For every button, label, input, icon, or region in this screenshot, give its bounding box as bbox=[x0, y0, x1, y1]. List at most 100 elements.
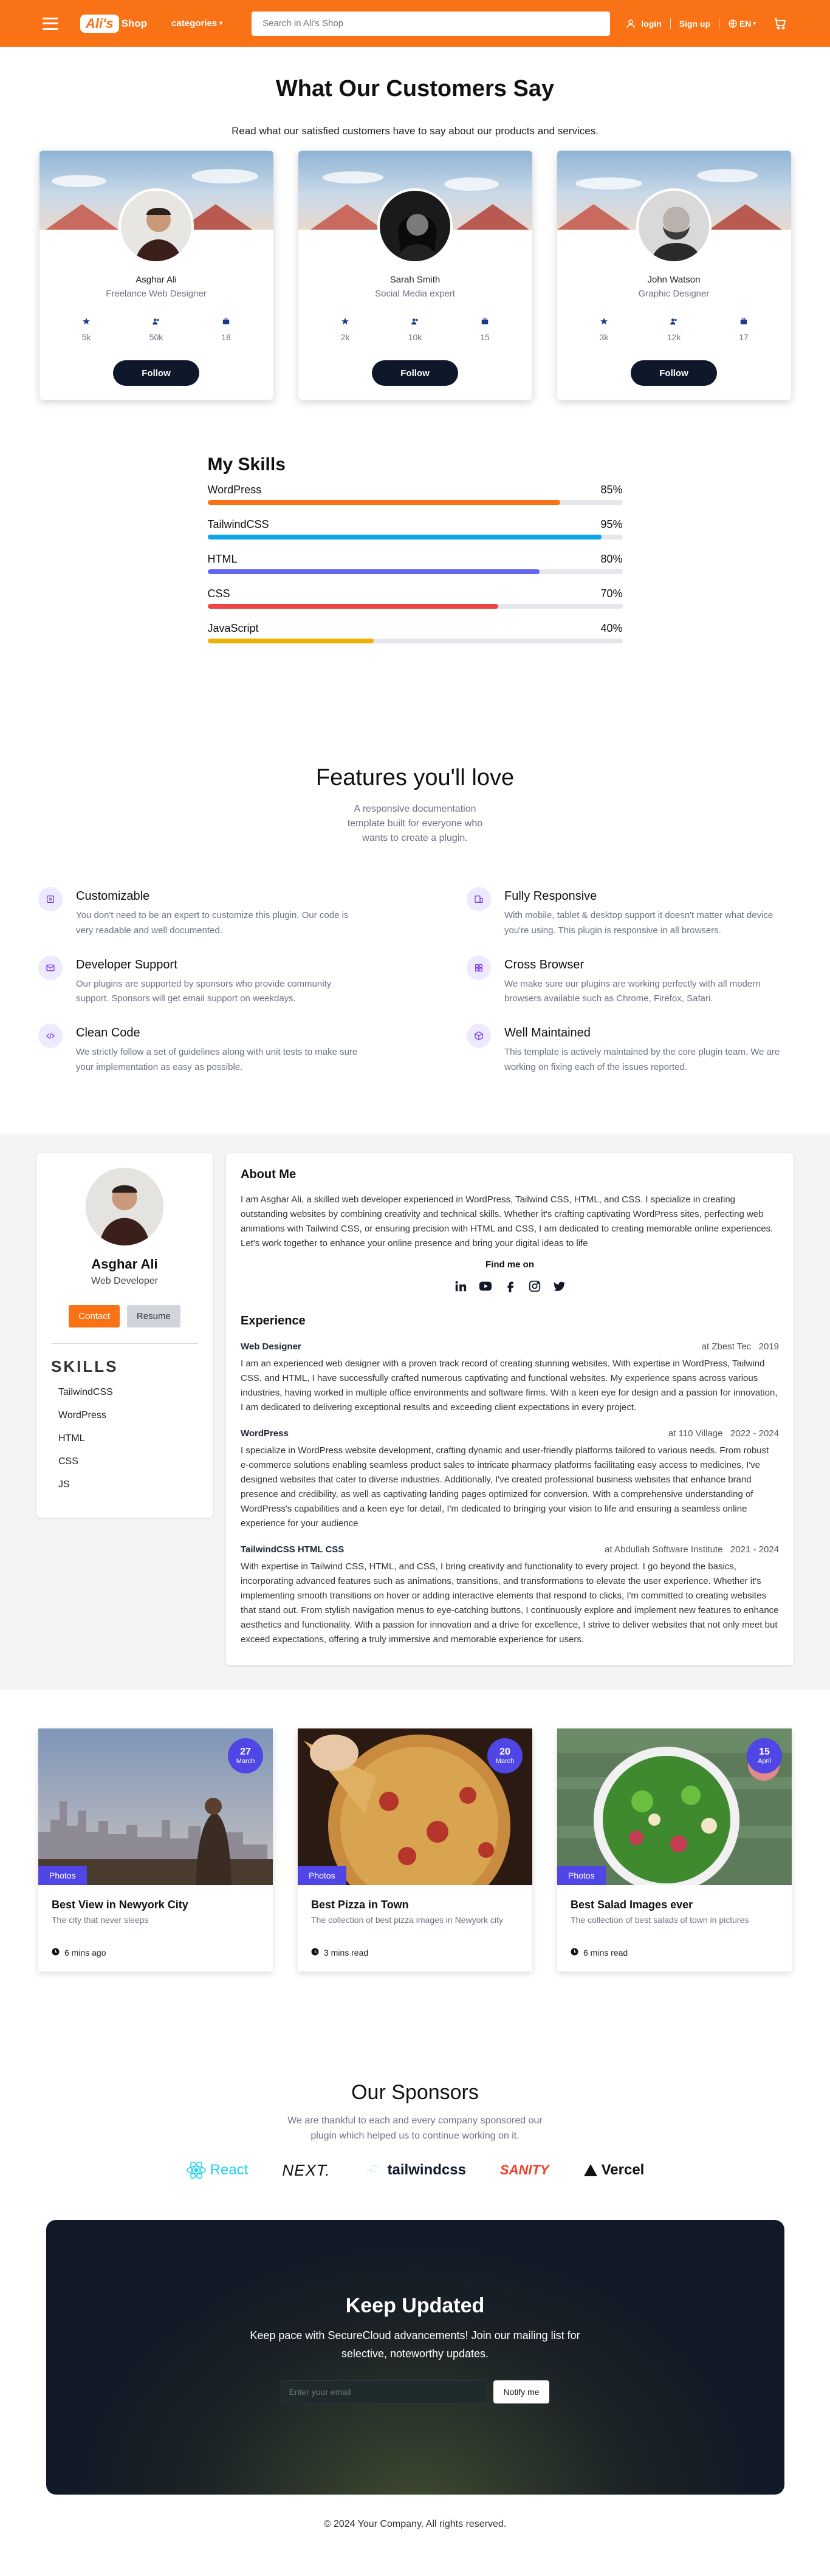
categories-dropdown[interactable]: categories ▾ bbox=[171, 18, 222, 29]
category-tag[interactable]: Photos bbox=[557, 1865, 606, 1885]
experience-item: WordPress at 110 Village 2022 - 2024 I sp… bbox=[241, 1428, 779, 1531]
job-title: Web Designer bbox=[241, 1341, 301, 1352]
youtube-icon[interactable] bbox=[478, 1279, 493, 1295]
stat-value: 17 bbox=[739, 332, 749, 342]
skills-section: My Skills WordPress 85% TailwindCSS 95% HTML… bbox=[207, 454, 623, 643]
contact-button[interactable]: Contact bbox=[69, 1304, 120, 1327]
next-logo[interactable]: NEXT. bbox=[282, 2161, 330, 2180]
skill-name: CSS bbox=[207, 587, 230, 600]
feature-title: Well Maintained bbox=[504, 1026, 591, 1040]
instagram-icon[interactable] bbox=[528, 1279, 541, 1295]
stat-users: 10k bbox=[391, 317, 439, 342]
testimonials-title: What Our Customers Say bbox=[275, 76, 555, 101]
testimonial-cards: Asghar Ali Freelance Web Designer 5k 50k… bbox=[0, 151, 830, 400]
pizza-image: 20 March Photos bbox=[298, 1728, 532, 1885]
skill-track bbox=[207, 639, 623, 643]
site-logo[interactable]: Ali's Shop bbox=[80, 14, 147, 33]
profile-skills-title: SKILLS bbox=[51, 1357, 118, 1375]
stat-stars: 3k bbox=[580, 317, 628, 342]
login-link[interactable]: login bbox=[625, 18, 662, 29]
follow-button[interactable]: Follow bbox=[631, 360, 717, 386]
blog-card[interactable]: 27 March Photos Best View in Newyork City… bbox=[38, 1728, 273, 1971]
linkedin-icon[interactable] bbox=[454, 1279, 467, 1295]
skill-name: HTML bbox=[207, 553, 238, 565]
stat-projects: 18 bbox=[202, 317, 250, 342]
signup-link[interactable]: Sign up bbox=[679, 19, 710, 29]
date-month: March bbox=[495, 1757, 515, 1765]
skill-list: WordPress 85% TailwindCSS 95% HTML 80% CSS 70% J… bbox=[207, 484, 623, 643]
post-desc: The city that never sleeps bbox=[52, 1914, 149, 1925]
stat-stars: 2k bbox=[321, 317, 369, 342]
skill-track bbox=[207, 535, 623, 540]
job-title: TailwindCSS HTML CSS bbox=[241, 1544, 345, 1555]
react-logo-text: React bbox=[210, 2162, 249, 2179]
react-logo[interactable]: React bbox=[186, 2161, 249, 2179]
avatar bbox=[636, 188, 712, 264]
stat-value: 10k bbox=[408, 332, 422, 342]
skill-fill bbox=[207, 500, 561, 505]
blog-card[interactable]: 20 March Photos Best Pizza in Town The co… bbox=[298, 1728, 532, 1971]
job-meta: at 110 Village 2022 - 2024 bbox=[668, 1428, 779, 1439]
skill-track bbox=[207, 569, 623, 574]
sanity-logo[interactable]: SANITY bbox=[500, 2162, 549, 2178]
post-time: 6 mins ago bbox=[52, 1948, 273, 1958]
nav-actions: login Sign up EN ▾ bbox=[625, 16, 787, 31]
category-tag[interactable]: Photos bbox=[298, 1865, 346, 1885]
customer-role: Graphic Designer bbox=[638, 289, 710, 299]
search-input[interactable] bbox=[252, 11, 611, 36]
job-text: With expertise in Tailwind CSS, HTML, an… bbox=[241, 1561, 779, 1645]
customer-stats: 5k 50k 18 bbox=[39, 317, 273, 342]
customer-role: Social Media expert bbox=[375, 289, 455, 299]
job-title: WordPress bbox=[241, 1428, 289, 1439]
cart-icon[interactable] bbox=[773, 16, 787, 31]
feature-title: Fully Responsive bbox=[504, 889, 597, 903]
job-text: I am an experienced web designer with a … bbox=[241, 1358, 778, 1413]
skill-bar: CSS 70% bbox=[207, 587, 623, 609]
customize-icon bbox=[38, 887, 63, 911]
profile-sidebar: Asghar Ali Web Developer Contact Resume … bbox=[36, 1153, 213, 1518]
follow-button[interactable]: Follow bbox=[372, 360, 458, 386]
experience-item: Web Designer at Zbest Tec 2019 I am an ex… bbox=[241, 1341, 779, 1415]
twitter-icon[interactable] bbox=[552, 1279, 566, 1295]
stat-projects: 17 bbox=[719, 317, 768, 342]
skill-percent: 40% bbox=[600, 622, 623, 634]
cube-icon bbox=[467, 1024, 491, 1048]
vercel-logo[interactable]: Vercel bbox=[583, 2162, 644, 2179]
chevron-down-icon: ▾ bbox=[753, 20, 756, 26]
feature-item: Cross Browser We make sure our plugins ar… bbox=[467, 955, 792, 1007]
facebook-icon[interactable] bbox=[504, 1279, 517, 1295]
profile-avatar bbox=[86, 1167, 163, 1245]
feature-title: Developer Support bbox=[76, 957, 177, 971]
users-icon bbox=[411, 317, 419, 327]
follow-button[interactable]: Follow bbox=[113, 360, 199, 386]
tailwind-logo[interactable]: tailwindcss bbox=[365, 2162, 466, 2179]
blog-card[interactable]: 15 April Photos Best Salad Images ever Th… bbox=[557, 1728, 792, 1971]
profile-skill: TailwindCSS bbox=[58, 1386, 113, 1397]
newsletter-text: Keep pace with SecureCloud advancements!… bbox=[250, 2329, 580, 2360]
skill-bar: TailwindCSS 95% bbox=[207, 518, 623, 540]
briefcase-icon bbox=[739, 317, 748, 327]
post-title[interactable]: Best Pizza in Town bbox=[311, 1899, 532, 1911]
skill-bar: WordPress 85% bbox=[207, 484, 623, 505]
user-icon bbox=[625, 18, 636, 29]
post-title[interactable]: Best Salad Images ever bbox=[571, 1899, 792, 1911]
notify-button[interactable]: Notify me bbox=[493, 2380, 549, 2403]
email-field[interactable] bbox=[281, 2380, 488, 2403]
skill-name: WordPress bbox=[207, 484, 262, 496]
post-time: 6 mins read bbox=[571, 1948, 792, 1958]
sponsors-title: Our Sponsors bbox=[351, 2080, 479, 2104]
post-time: 3 mins read bbox=[311, 1948, 532, 1958]
stat-projects: 15 bbox=[461, 317, 509, 342]
job-text: I specialize in WordPress website develo… bbox=[241, 1445, 769, 1529]
category-tag[interactable]: Photos bbox=[38, 1865, 87, 1885]
resume-button[interactable]: Resume bbox=[126, 1304, 180, 1327]
experience-title: Experience bbox=[241, 1314, 306, 1327]
post-title[interactable]: Best View in Newyork City bbox=[52, 1899, 273, 1911]
customer-name: Sarah Smith bbox=[389, 275, 441, 285]
nav-divider bbox=[670, 18, 671, 29]
profile-skill: WordPress bbox=[58, 1410, 106, 1420]
profile-role: Web Developer bbox=[91, 1275, 158, 1286]
menu-icon[interactable] bbox=[43, 17, 58, 30]
newsletter-section: Keep Updated Keep pace with SecureCloud … bbox=[46, 2219, 784, 2495]
language-selector[interactable]: EN ▾ bbox=[728, 19, 756, 29]
